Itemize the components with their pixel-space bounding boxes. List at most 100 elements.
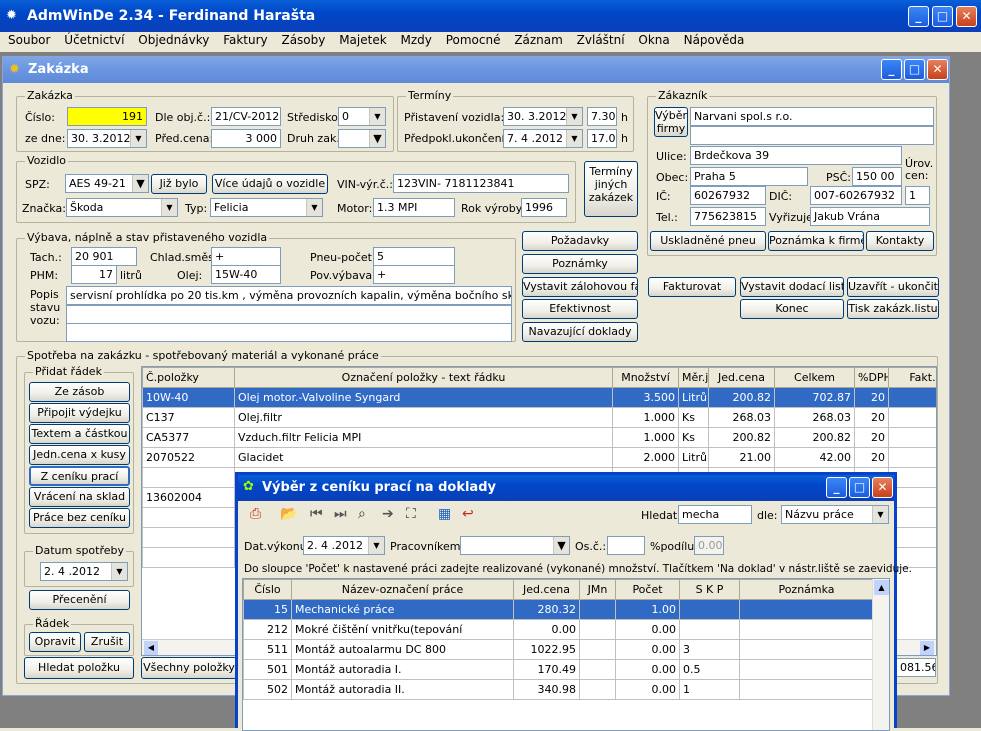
menu-objednavky[interactable]: Objednávky xyxy=(138,33,209,47)
col-header[interactable]: Množství xyxy=(612,367,679,388)
chevron-down-icon[interactable]: ▼ xyxy=(132,175,148,192)
pracovnikem-field[interactable]: ▼ xyxy=(460,536,570,555)
ze-zasob-button[interactable]: Ze zásob xyxy=(29,382,130,402)
menu-okna[interactable]: Okna xyxy=(638,33,669,47)
menu-majetek[interactable]: Majetek xyxy=(339,33,386,47)
menu-zaznam[interactable]: Záznam xyxy=(514,33,563,47)
pocet-cell[interactable]: 0.00 xyxy=(615,619,680,640)
menu-faktury[interactable]: Faktury xyxy=(223,33,267,47)
uskladnene-pneu-button[interactable]: Uskladněné pneu xyxy=(650,231,766,251)
terminy-jinych-zakazek-button[interactable]: Termíny jiných zakázek xyxy=(584,161,638,217)
zakazka-maximize-button[interactable]: □ xyxy=(904,59,925,80)
hledat-polozku-button[interactable]: Hledat položku xyxy=(24,657,134,679)
fit-icon[interactable]: ⛶ xyxy=(406,506,416,522)
chevron-down-icon[interactable]: ▼ xyxy=(161,199,177,216)
navazujici-doklady-button[interactable]: Navazující doklady xyxy=(522,322,638,342)
search-icon[interactable]: ⌕ xyxy=(358,506,366,522)
typ-field[interactable]: Felicia ▼ xyxy=(210,198,323,217)
dle-field[interactable]: Názvu práce ▼ xyxy=(781,505,889,524)
konec-button[interactable]: Konec xyxy=(740,299,844,319)
phm-field[interactable]: 17 xyxy=(71,265,117,284)
pocet-cell[interactable]: 1.00 xyxy=(615,599,680,620)
table-row[interactable]: 10W-40 Olej motor.-Valvoline Syngard 3.500… xyxy=(142,387,936,408)
col-header[interactable]: Číslo xyxy=(243,579,292,600)
spz-field[interactable]: AES 49-21 ▼ xyxy=(65,174,149,193)
col-header[interactable]: Měr.j. xyxy=(678,367,709,388)
calculator-icon[interactable]: ▦ xyxy=(438,506,451,522)
chevron-down-icon[interactable]: ▼ xyxy=(566,108,582,125)
table-row[interactable]: 511 Montáž autoalarmu DC 800 1022.95 0.00 3 xyxy=(243,639,874,660)
druh-field[interactable]: ▼ xyxy=(338,129,386,148)
chevron-down-icon[interactable]: ▼ xyxy=(369,130,385,147)
chlad-field[interactable]: + xyxy=(211,247,281,266)
scroll-right-icon[interactable]: ▶ xyxy=(920,641,934,655)
poznamka-firme-button[interactable]: Poznámka k firmě xyxy=(768,231,864,251)
col-header[interactable]: JMn xyxy=(579,579,616,600)
na-doklad-icon[interactable]: ⎙ xyxy=(250,506,261,522)
table-row[interactable]: 212 Mokré čištění vnitřku(tepování 0.00 0.0… xyxy=(243,619,874,640)
col-header[interactable]: %DPH xyxy=(854,367,889,388)
scroll-left-icon[interactable]: ◀ xyxy=(144,641,158,655)
col-header[interactable]: S K P xyxy=(679,579,740,600)
pov-field[interactable]: + xyxy=(373,265,455,284)
podilu-field[interactable]: 0.00 xyxy=(694,536,724,555)
predcena-field[interactable]: 3 000 xyxy=(211,129,281,148)
efektivnost-button[interactable]: Efektivnost xyxy=(522,299,638,319)
rok-field[interactable]: 1996 xyxy=(521,198,567,217)
opravit-button[interactable]: Opravit xyxy=(29,632,81,652)
col-header[interactable]: Fakt.č xyxy=(888,367,936,388)
datum-spotreby-field[interactable]: 2. 4 .2012 ▼ xyxy=(40,562,128,581)
zakazka-titlebar[interactable]: ✹ Zakázka _ □ ✕ xyxy=(3,57,949,83)
popis-field-2[interactable] xyxy=(66,305,512,324)
dodaci-list-button[interactable]: Vystavit dodací list xyxy=(740,277,844,297)
psc-field[interactable]: 150 00 xyxy=(852,167,902,186)
chevron-down-icon[interactable]: ▼ xyxy=(553,537,569,554)
menu-mzdy[interactable]: Mzdy xyxy=(401,33,432,47)
popis-field-3[interactable] xyxy=(66,323,512,342)
urov-field[interactable]: 1 xyxy=(905,186,930,205)
table-row[interactable]: 501 Montáž autoradia I. 170.49 0.00 0.5 xyxy=(243,659,874,680)
predpokl-time-field[interactable]: 17.0 xyxy=(587,129,617,148)
col-header[interactable]: Celkem xyxy=(774,367,855,388)
pocet-cell[interactable]: 0.00 xyxy=(615,659,680,680)
chevron-down-icon[interactable]: ▼ xyxy=(368,537,384,554)
chevron-down-icon[interactable]: ▼ xyxy=(111,563,127,580)
motor-field[interactable]: 1.3 MPI xyxy=(373,198,455,217)
col-header[interactable]: Počet xyxy=(615,579,680,600)
dialog-minimize-button[interactable]: _ xyxy=(826,477,847,498)
chevron-down-icon[interactable]: ▼ xyxy=(369,108,385,125)
col-header[interactable]: Označení položky - text řádku xyxy=(234,367,613,388)
vyber-firmy-button[interactable]: Výběr firmy xyxy=(654,107,688,137)
dialog-close-button[interactable]: ✕ xyxy=(872,477,893,498)
kontakty-button[interactable]: Kontakty xyxy=(866,231,934,251)
chevron-down-icon[interactable]: ▼ xyxy=(130,130,146,147)
cislo-field[interactable]: 191 xyxy=(67,107,147,126)
dialog-maximize-button[interactable]: □ xyxy=(849,477,870,498)
pocet-cell[interactable]: 0.00 xyxy=(615,679,680,700)
dialog-titlebar[interactable]: ✿ Výběr z ceníku prací na doklady _ □ ✕ xyxy=(238,475,894,501)
hledat-field[interactable]: mecha xyxy=(678,505,752,524)
zedne-field[interactable]: 30. 3.2012 ▼ xyxy=(67,129,147,148)
col-header[interactable]: Název-označení práce xyxy=(291,579,514,600)
dialog-vscrollbar[interactable]: ▲ xyxy=(872,579,889,730)
z-ceniku-praci-button[interactable]: Z ceníku prací xyxy=(29,466,130,486)
firma-field[interactable]: Narvani spol.s r.o. xyxy=(690,107,934,126)
datvykonu-field[interactable]: 2. 4 .2012 ▼ xyxy=(303,536,385,555)
menu-pomocne[interactable]: Pomocné xyxy=(446,33,501,47)
osc-field[interactable] xyxy=(607,536,645,555)
chevron-down-icon[interactable]: ▼ xyxy=(566,130,582,147)
maximize-button[interactable]: □ xyxy=(932,6,953,27)
predpokl-date-field[interactable]: 7. 4 .2012 ▼ xyxy=(503,129,583,148)
vice-udaju-button[interactable]: Více údajů o vozidle xyxy=(212,174,328,194)
fakturovat-button[interactable]: Fakturovat xyxy=(648,277,736,297)
pripojit-vydejku-button[interactable]: Připojit výdejku xyxy=(29,403,130,423)
col-header[interactable]: Č.položky xyxy=(142,367,235,388)
table-row[interactable]: CA5377 Vzduch.filtr Felicia MPI 1.000 Ks 200… xyxy=(142,427,936,448)
menu-zvlastni[interactable]: Zvláštní xyxy=(577,33,625,47)
dic-field[interactable]: 007-60267932 xyxy=(810,186,902,205)
tel-field[interactable]: 775623815 xyxy=(690,207,766,226)
table-row[interactable]: 502 Montáž autoradia II. 340.98 0.00 1 xyxy=(243,679,874,700)
pristaveni-time-field[interactable]: 7.30 xyxy=(587,107,617,126)
col-header[interactable]: Jed.cena xyxy=(513,579,580,600)
open-folder-icon[interactable]: 📂 xyxy=(280,506,297,522)
